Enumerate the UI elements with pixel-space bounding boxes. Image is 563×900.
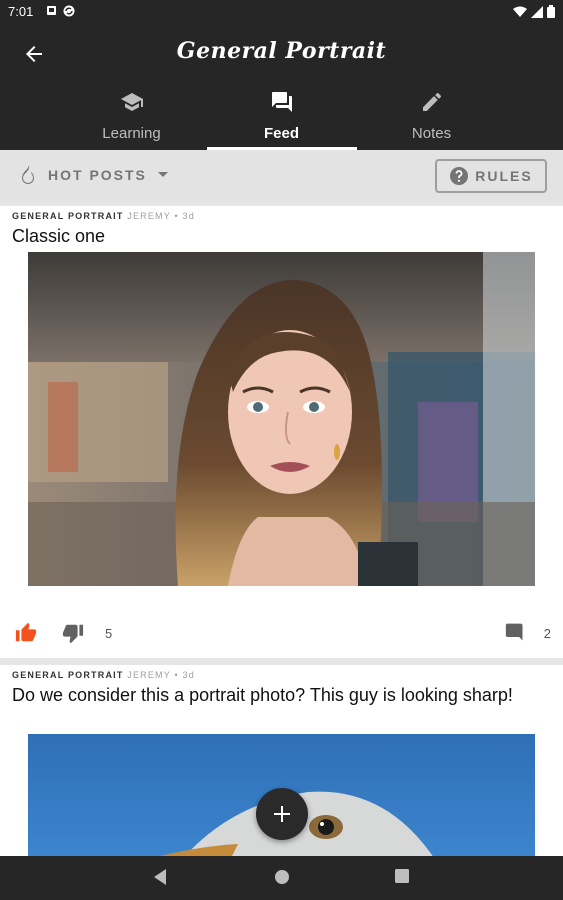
plus-icon (274, 806, 290, 822)
tab-learning[interactable]: Learning (57, 86, 207, 150)
school-icon (120, 93, 143, 111)
tab-bar: Learning Feed Notes (0, 86, 563, 150)
post-card[interactable]: GENERAL PORTRAIT JEREMY • 3d Classic one (0, 206, 563, 658)
post-author: JEREMY • 3d (127, 670, 195, 680)
tab-label: Notes (411, 125, 452, 142)
tab-notes[interactable]: Notes (357, 86, 507, 150)
post-meta: GENERAL PORTRAIT JEREMY • 3d (12, 670, 195, 680)
comment-count: 2 (543, 626, 551, 641)
fire-icon (22, 165, 34, 184)
post-actions: 5 2 (0, 620, 563, 648)
tab-label: Learning (102, 125, 161, 142)
sync-icon (63, 5, 75, 17)
nav-recents-icon[interactable] (394, 868, 410, 884)
sort-dropdown[interactable]: HOT POSTS (18, 164, 169, 186)
app-bar: General Portrait Learning Feed Notes (0, 24, 563, 150)
notification-icon (47, 6, 56, 15)
pencil-icon (422, 93, 441, 111)
post-meta: GENERAL PORTRAIT JEREMY • 3d (12, 211, 195, 221)
feed-icon (271, 92, 292, 112)
rules-button[interactable]: RULES (435, 159, 547, 193)
post-author: JEREMY • 3d (127, 211, 195, 221)
nav-back-icon[interactable] (152, 868, 168, 886)
sort-label: HOT POSTS (48, 167, 147, 183)
filter-bar: HOT POSTS RULES (0, 150, 563, 202)
page-title: General Portrait (176, 38, 387, 64)
tab-feed[interactable]: Feed (206, 86, 357, 150)
status-time: 7:01 (8, 4, 34, 19)
thumb-down-icon[interactable] (62, 622, 84, 644)
system-icons (513, 5, 555, 18)
comment-icon[interactable] (505, 622, 525, 642)
battery-icon (547, 5, 555, 18)
add-post-button[interactable] (256, 788, 308, 840)
post-title: Do we consider this a portrait photo? Th… (12, 685, 513, 705)
notification-icons (46, 5, 75, 17)
post-category[interactable]: GENERAL PORTRAIT (12, 211, 124, 221)
caret-down-icon (157, 172, 168, 177)
vote-count: 5 (105, 626, 113, 641)
system-nav-bar (0, 856, 563, 900)
cell-signal-icon (531, 5, 543, 18)
post-title: Classic one (12, 226, 106, 246)
post-image[interactable] (28, 252, 535, 586)
post-category[interactable]: GENERAL PORTRAIT (12, 670, 124, 680)
thumb-up-icon[interactable] (15, 622, 37, 644)
rules-label: RULES (475, 168, 533, 184)
wifi-icon (513, 6, 527, 17)
nav-home-icon[interactable] (273, 868, 291, 886)
tab-label: Feed (263, 125, 299, 142)
status-bar: 7:01 (0, 0, 563, 24)
help-icon (450, 167, 469, 185)
